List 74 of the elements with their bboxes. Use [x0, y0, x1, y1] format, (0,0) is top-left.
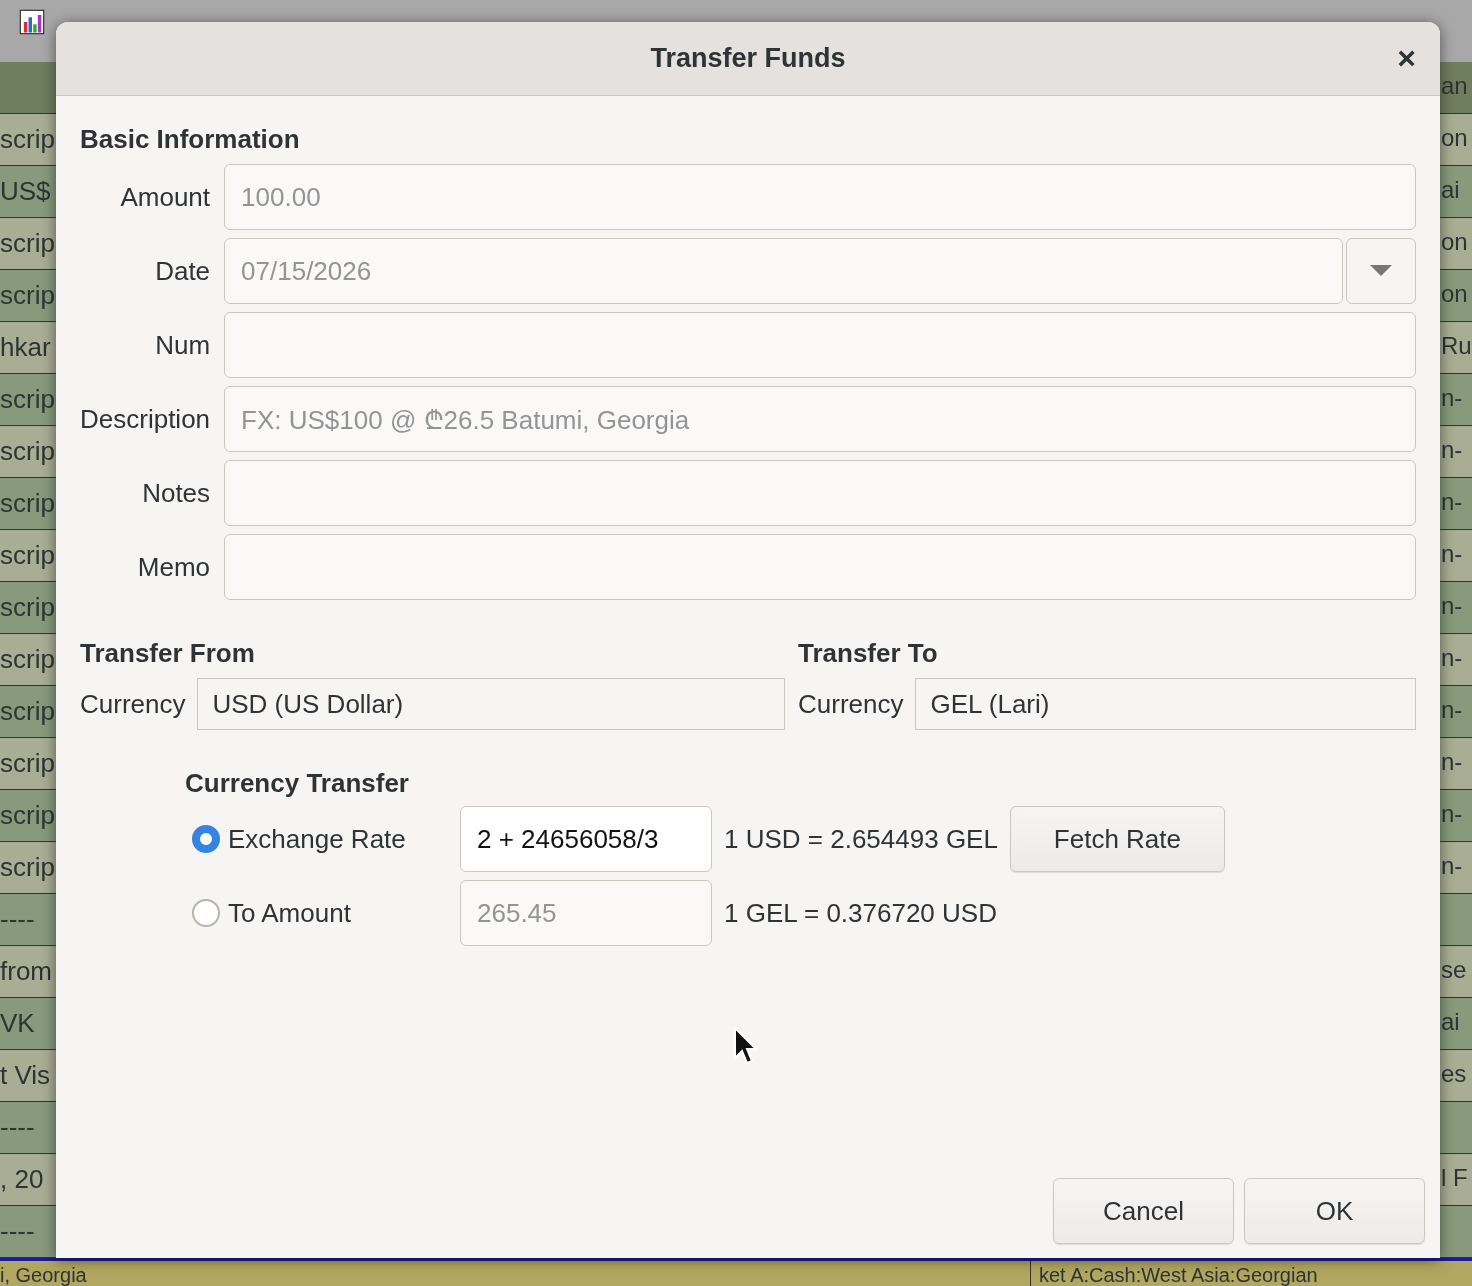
currency-field[interactable]: GEL (Lari): [915, 678, 1416, 730]
table-cell: n-: [1441, 852, 1463, 880]
table-cell: n-: [1441, 540, 1463, 568]
table-cell: scrip: [0, 436, 55, 467]
table-cell: on: [1441, 228, 1468, 256]
field-label: Currency: [798, 688, 904, 720]
table-cell: scrip: [0, 644, 55, 675]
table-cell: on: [1441, 124, 1468, 152]
chart-icon: [18, 8, 46, 36]
table-cell: n-: [1441, 436, 1463, 464]
rate-reading: 1 USD = 2.654493 GEL: [724, 823, 998, 855]
table-cell: ai: [1441, 1008, 1460, 1036]
table-cell: scrip: [0, 384, 55, 415]
caret-icon: [1370, 265, 1392, 277]
input-field[interactable]: [224, 312, 1416, 378]
table-cell: scrip: [0, 592, 55, 623]
dialog-button[interactable]: OK: [1244, 1178, 1425, 1244]
table-cell: scrip: [0, 228, 55, 259]
table-cell: n-: [1441, 748, 1463, 776]
field-label: Currency: [80, 688, 186, 720]
pointer-icon: [733, 1026, 759, 1066]
table-cell: scrip: [0, 124, 55, 155]
table-cell: VK: [0, 1008, 35, 1039]
table-cell: t Vis: [0, 1060, 51, 1091]
table-cell: scrip: [0, 696, 55, 727]
radio-button[interactable]: Exchange Rate: [192, 823, 460, 855]
field-label: Num: [154, 329, 211, 361]
section-heading: Currency Transfer: [185, 768, 410, 798]
table-cell: ai: [1441, 176, 1460, 204]
table-cell: ----: [0, 904, 35, 935]
table-cell: l F: [1441, 1164, 1468, 1192]
close-button[interactable]: ×: [1397, 40, 1416, 76]
table-cell: scrip: [0, 852, 55, 883]
section-heading: Transfer From: [80, 638, 256, 668]
table-cell: , 20: [0, 1164, 44, 1195]
field-label: Amount: [119, 181, 211, 213]
table-cell: hkar: [0, 332, 51, 363]
currency-field[interactable]: USD (US Dollar): [197, 678, 785, 730]
table-cell: n-: [1441, 800, 1463, 828]
table-cell: n-: [1441, 592, 1463, 620]
table-cell: scrip: [0, 540, 55, 571]
table-cell: n-: [1441, 488, 1463, 516]
table-cell: scrip: [0, 280, 55, 311]
section-heading: Transfer To: [798, 638, 939, 668]
table-cell: n-: [1441, 384, 1463, 412]
table-cell: on: [1441, 280, 1468, 308]
table-cell: i, Georgia: [0, 1264, 87, 1286]
rate-reading: 1 GEL = 0.376720 USD: [724, 897, 997, 929]
field-label: Description: [80, 403, 211, 435]
fetch-rate-button[interactable]: Fetch Rate: [1009, 806, 1225, 872]
table-cell: n-: [1441, 644, 1463, 672]
dropdown-button[interactable]: [1346, 238, 1416, 304]
input-field[interactable]: [224, 460, 1416, 526]
input-field[interactable]: [224, 534, 1416, 600]
section-heading: Basic Information: [80, 124, 301, 154]
table-cell: se: [1441, 956, 1467, 984]
table-cell: scrip: [0, 800, 55, 831]
field-label: Memo: [136, 551, 211, 583]
field-label: Date: [154, 255, 211, 287]
table-cell: es: [1441, 1060, 1467, 1088]
table-cell: US$: [0, 176, 51, 207]
window-title: Transfer Funds: [650, 43, 846, 74]
table-cell: ----: [0, 1216, 35, 1247]
table-cell: Ru: [1441, 332, 1472, 360]
dialog-button[interactable]: Cancel: [1053, 1178, 1234, 1244]
table-cell: ----: [0, 1112, 35, 1143]
table-cell: n-: [1441, 696, 1463, 724]
table-cell: scrip: [0, 488, 55, 519]
input-field[interactable]: 2 + 24656058/3: [460, 806, 712, 872]
table-cell: scrip: [0, 748, 55, 779]
field-label: Notes: [141, 477, 211, 509]
column-header: an: [1441, 72, 1468, 100]
table-cell: from: [0, 956, 52, 987]
table-cell: ket A:Cash:West Asia:Georgian: [1030, 1261, 1318, 1286]
